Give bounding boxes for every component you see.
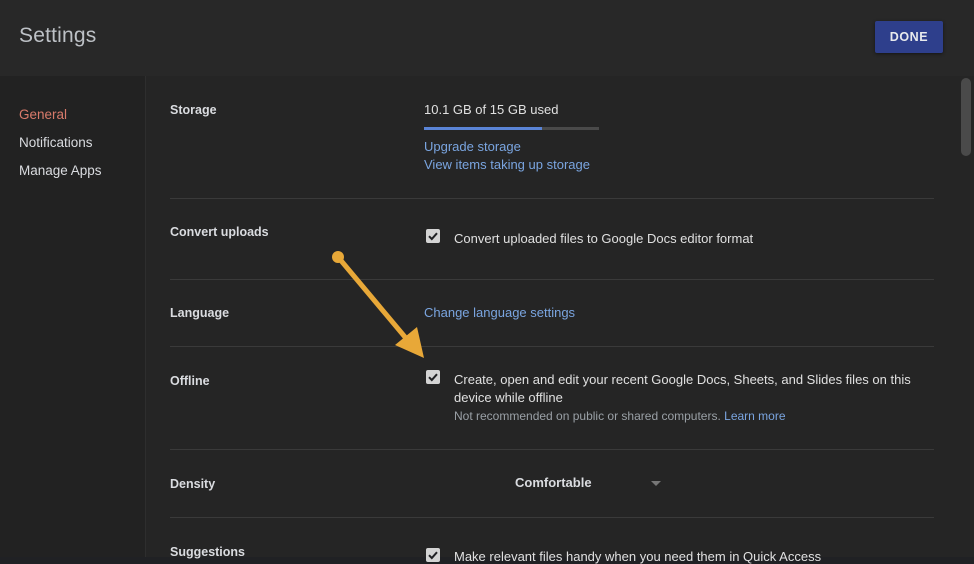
sidebar-item-notifications[interactable]: Notifications [19, 135, 93, 150]
view-storage-items-link[interactable]: View items taking up storage [424, 157, 590, 172]
change-language-link[interactable]: Change language settings [424, 305, 575, 320]
storage-progress-bar [424, 127, 599, 130]
sidebar-item-manage-apps[interactable]: Manage Apps [19, 163, 102, 178]
app-header: Settings DONE [0, 0, 974, 76]
checkmark-icon [428, 551, 438, 560]
checkmark-icon [428, 232, 438, 241]
storage-usage-text: 10.1 GB of 15 GB used [424, 102, 559, 117]
storage-label: Storage [170, 103, 217, 117]
caret-down-icon [651, 481, 661, 486]
learn-more-link[interactable]: Learn more [724, 409, 785, 423]
density-selected-value: Comfortable [515, 475, 592, 490]
offline-text-line2: device while offline [454, 390, 563, 405]
done-button[interactable]: DONE [875, 21, 943, 53]
page-title: Settings [19, 24, 97, 47]
row-divider [170, 198, 934, 199]
convert-uploads-text: Convert uploaded files to Google Docs ed… [454, 231, 754, 246]
offline-note-text: Not recommended on public or shared comp… [454, 409, 721, 423]
offline-note: Not recommended on public or shared comp… [454, 409, 786, 423]
density-label: Density [170, 477, 216, 491]
offline-label: Offline [170, 374, 210, 388]
checkmark-icon [428, 373, 438, 382]
language-label: Language [170, 306, 230, 320]
upgrade-storage-link[interactable]: Upgrade storage [424, 139, 521, 154]
scrollbar[interactable] [958, 76, 974, 557]
density-dropdown[interactable]: Comfortable [505, 470, 665, 496]
row-divider [170, 449, 934, 450]
row-divider [170, 517, 934, 518]
convert-uploads-label: Convert uploads [170, 225, 269, 239]
offline-checkbox[interactable] [426, 370, 440, 384]
sidebar-item-general[interactable]: General [19, 107, 67, 122]
storage-progress-fill [424, 127, 542, 130]
row-divider [170, 346, 934, 347]
offline-text-line1: Create, open and edit your recent Google… [454, 372, 911, 387]
suggestions-checkbox[interactable] [426, 548, 440, 562]
convert-uploads-checkbox[interactable] [426, 229, 440, 243]
scrollbar-thumb[interactable] [961, 78, 971, 156]
row-divider [170, 279, 934, 280]
